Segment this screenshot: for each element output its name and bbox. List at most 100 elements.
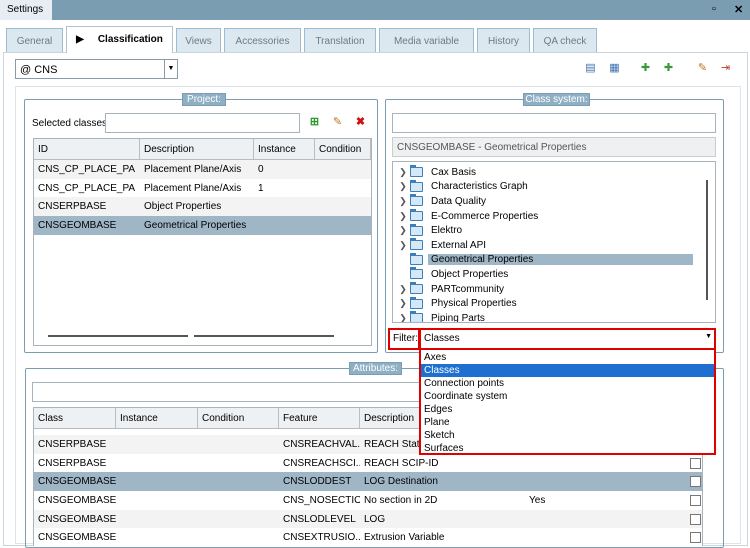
horizontal-scrollbar[interactable] xyxy=(194,335,334,337)
tree-item-label: Geometrical Properties xyxy=(428,254,693,266)
table-cell: CNSGEOMBASE xyxy=(38,494,116,506)
tree-item-label: Elektro xyxy=(431,225,463,237)
chevron-right-icon[interactable]: ❯ xyxy=(396,196,410,207)
checkbox[interactable] xyxy=(690,495,701,507)
table-row[interactable]: CNSGEOMBASE CNSEXTRUSIO... Extrusion Varia… xyxy=(34,528,702,546)
tab-classification[interactable]: ▶ Classification xyxy=(66,26,173,53)
tab-media-variable[interactable]: Media variable xyxy=(379,28,474,52)
chevron-right-icon[interactable]: ❯ xyxy=(396,167,410,178)
column-header-instance[interactable]: Instance xyxy=(254,139,315,159)
table-row[interactable]: CNSGEOMBASE CNS_NOSECTION No section in 2D… xyxy=(34,491,702,510)
table-cell: 1 xyxy=(258,182,264,194)
tree-item[interactable]: Geometrical Properties xyxy=(396,252,715,268)
filter-option[interactable]: Axes xyxy=(421,351,714,364)
column-header-description[interactable]: Description xyxy=(140,139,254,159)
checkbox[interactable] xyxy=(690,476,701,488)
tree-item[interactable]: ❯ Elektro xyxy=(396,223,715,238)
selected-class-info: CNSGEOMBASE - Geometrical Properties xyxy=(392,137,716,157)
tab-general[interactable]: General xyxy=(6,28,63,52)
table-row[interactable]: CNSERPBASE CNSREACHSCI... REACH SCIP-ID xyxy=(34,454,702,473)
folder-icon xyxy=(410,311,423,322)
tab-qa-check[interactable]: QA check xyxy=(533,28,597,52)
table-row[interactable]: CNS_CP_PLACE_PA Placement Plane/Axis 0 xyxy=(34,160,371,179)
tab-views[interactable]: Views xyxy=(176,28,221,52)
tab-accessories[interactable]: Accessories xyxy=(224,28,301,52)
tree-item[interactable]: ❯ Piping Parts xyxy=(396,311,715,322)
tree-item[interactable]: ❯ Physical Properties xyxy=(396,296,715,311)
folder-icon xyxy=(410,296,423,309)
chevron-right-icon[interactable]: ❯ xyxy=(396,240,410,251)
new-table-icon[interactable]: ▦ xyxy=(608,62,621,75)
tab-translation[interactable]: Translation xyxy=(304,28,376,52)
filter-option[interactable]: Surfaces xyxy=(421,442,714,455)
folder-icon xyxy=(410,238,423,251)
folder-icon xyxy=(410,252,423,265)
save-table-icon[interactable]: ▤ xyxy=(584,62,597,75)
filter-combo[interactable]: Classes ▼ xyxy=(419,328,716,350)
table-cell: Placement Plane/Axis xyxy=(144,163,242,175)
filter-option[interactable]: Connection points xyxy=(421,377,714,390)
column-header-condition[interactable]: Condition xyxy=(198,408,279,428)
table-cell: CNSERPBASE xyxy=(38,438,107,450)
table-row[interactable]: CNS_CP_PLACE_PA Placement Plane/Axis 1 xyxy=(34,179,371,198)
chevron-down-icon[interactable]: ▼ xyxy=(705,333,712,340)
column-header-instance[interactable]: Instance xyxy=(116,408,198,428)
column-header-id[interactable]: ID xyxy=(34,139,140,159)
delete-class-icon[interactable]: ✖ xyxy=(354,116,367,129)
folder-icon xyxy=(410,165,423,178)
chevron-right-icon[interactable]: ❯ xyxy=(396,298,410,309)
table-row[interactable]: CNSGEOMBASE Geometrical Properties xyxy=(34,216,371,235)
tree-item[interactable]: Object Properties xyxy=(396,267,715,282)
tree-item-label: Data Quality xyxy=(431,195,487,207)
table-row[interactable]: CNSERPBASE Object Properties xyxy=(34,197,371,217)
tree-item-label: External API xyxy=(431,239,487,251)
chevron-down-icon[interactable]: ▼ xyxy=(164,60,177,78)
tab-history[interactable]: History xyxy=(477,28,530,52)
chevron-right-icon[interactable]: ❯ xyxy=(396,225,410,236)
attributes-legend: Attributes: xyxy=(349,362,402,375)
filter-option[interactable]: Edges xyxy=(421,403,714,416)
tree-item[interactable]: ❯ Cax Basis xyxy=(396,165,715,180)
tree-item[interactable]: ❯ External API xyxy=(396,238,715,253)
warning-puzzle-icon[interactable]: ✚ xyxy=(639,62,652,75)
add-class-icon[interactable]: ⊞ xyxy=(308,116,321,129)
checkbox[interactable] xyxy=(690,457,701,469)
table-cell: CNSLODLEVEL xyxy=(283,513,356,525)
checkbox[interactable] xyxy=(690,513,701,525)
filter-option[interactable]: Classes xyxy=(421,364,714,377)
close-icon[interactable]: ✕ xyxy=(734,3,743,16)
tree-item-label: PARTcommunity xyxy=(431,283,504,295)
filter-option[interactable]: Plane xyxy=(421,416,714,429)
selected-classes-input[interactable] xyxy=(105,113,300,133)
tree-item-label: E-Commerce Properties xyxy=(431,210,539,222)
edit-document-icon[interactable]: ✎ xyxy=(696,62,709,75)
table-cell: Yes xyxy=(529,494,546,506)
filter-option[interactable]: Coordinate system xyxy=(421,390,714,403)
column-header-condition[interactable]: Condition xyxy=(315,139,371,159)
edit-class-icon[interactable]: ✎ xyxy=(331,116,344,129)
tree-item[interactable]: ❯ Data Quality xyxy=(396,194,715,209)
chevron-right-icon[interactable]: ❯ xyxy=(396,284,410,295)
maximize-icon[interactable]: ▫ xyxy=(712,3,716,15)
table-row[interactable]: CNSGEOMBASE CNSLODLEVEL LOG xyxy=(34,509,702,529)
column-header-feature[interactable]: Feature xyxy=(279,408,360,428)
tree-item[interactable]: ❯ Characteristics Graph xyxy=(396,179,715,195)
tree-item[interactable]: ❯ E-Commerce Properties xyxy=(396,209,715,224)
table-cell: CNSERPBASE xyxy=(38,201,107,213)
vertical-scrollbar[interactable] xyxy=(706,180,708,300)
table-cell: Geometrical Properties xyxy=(144,219,247,231)
horizontal-scrollbar[interactable] xyxy=(48,335,188,337)
chevron-right-icon[interactable]: ❯ xyxy=(396,313,410,322)
chevron-right-icon[interactable]: ❯ xyxy=(396,211,410,222)
cns-combo[interactable]: @ CNS ▼ xyxy=(15,59,178,79)
tree-item[interactable]: ❯ PARTcommunity xyxy=(396,282,715,297)
puzzle-icon[interactable]: ✚ xyxy=(662,62,675,75)
column-header-class[interactable]: Class xyxy=(34,408,116,428)
export-document-icon[interactable]: ⇥ xyxy=(719,62,732,75)
filter-option[interactable]: Sketch xyxy=(421,429,714,442)
checkbox[interactable] xyxy=(690,532,701,544)
chevron-right-icon[interactable]: ❯ xyxy=(396,181,410,192)
project-legend: Project: xyxy=(182,93,226,106)
class-search-input[interactable] xyxy=(392,113,716,133)
table-row[interactable]: CNSGEOMBASE CNSLODDEST LOG Destination xyxy=(34,472,702,492)
